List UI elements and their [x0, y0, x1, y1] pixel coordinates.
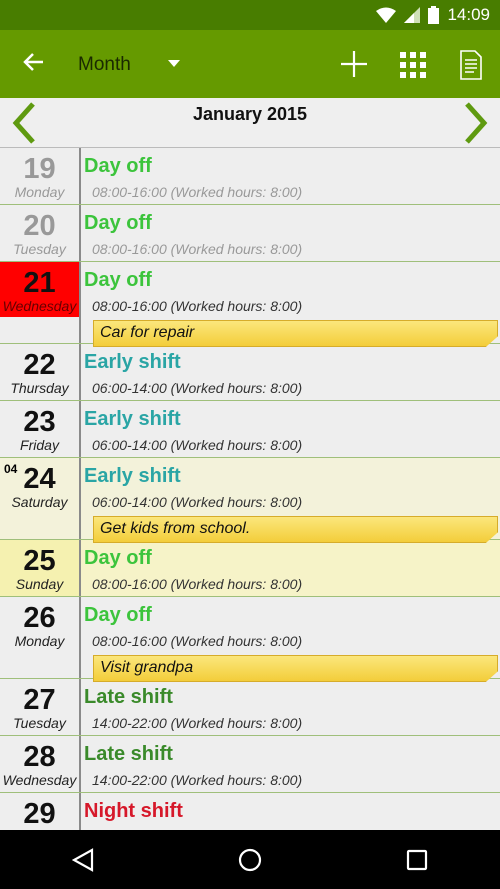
shift-name: Late shift — [84, 743, 173, 765]
day-row[interactable]: 22 Thursday Early shift 06:00-14:00 (Worked… — [0, 344, 500, 401]
add-icon[interactable] — [340, 50, 368, 78]
day-row[interactable]: 04 24 Saturday Early shift 06:00-14:00 (Work… — [0, 458, 500, 543]
day-row[interactable]: 25 Sunday Day off 08:00-16:00 (Worked hours… — [0, 540, 500, 597]
shift-hours: 06:00-14:00 (Worked hours: 8:00) — [92, 494, 303, 510]
day-cell: 26 Monday — [0, 597, 81, 678]
day-content: Early shift 06:00-14:00 (Worked hours: 8:… — [81, 458, 500, 543]
day-content: Late shift 14:00-22:00 (Worked hours: 8:0… — [81, 679, 500, 735]
back-arrow-icon[interactable] — [22, 50, 46, 74]
day-content: Late shift 14:00-22:00 (Worked hours: 8:0… — [81, 736, 500, 792]
day-number: 23 — [23, 406, 56, 438]
day-cell: 25 Sunday — [0, 540, 81, 596]
note[interactable]: Visit grandpa — [93, 655, 498, 682]
shift-hours: 06:00-14:00 (Worked hours: 8:00) — [92, 437, 303, 453]
signal-icon — [404, 7, 421, 23]
day-cell: 29 — [0, 793, 81, 830]
home-nav-icon[interactable] — [238, 848, 262, 872]
day-content: Day off 08:00-16:00 (Worked hours: 8:00) — [81, 148, 500, 204]
shift-hours: 08:00-16:00 (Worked hours: 8:00) — [92, 184, 303, 200]
day-list[interactable]: 19 Monday Day off 08:00-16:00 (Worked hours… — [0, 148, 500, 830]
weekday: Tuesday — [13, 715, 66, 731]
shift-name: Early shift — [84, 351, 181, 373]
shift-name: Early shift — [84, 408, 181, 430]
day-cell: 22 Thursday — [0, 344, 81, 400]
day-row[interactable]: 23 Friday Early shift 06:00-14:00 (Worked h… — [0, 401, 500, 458]
day-row[interactable]: 19 Monday Day off 08:00-16:00 (Worked hours… — [0, 148, 500, 205]
day-row[interactable]: 26 Monday Day off 08:00-16:00 (Worked hours… — [0, 597, 500, 682]
shift-hours: 14:00-22:00 (Worked hours: 8:00) — [92, 715, 303, 731]
shift-name: Early shift — [84, 465, 181, 487]
day-number: 27 — [23, 684, 56, 716]
battery-icon — [428, 6, 440, 24]
grid-icon[interactable] — [400, 52, 426, 78]
day-number: 21 — [23, 267, 56, 299]
shift-hours: 08:00-16:00 (Worked hours: 8:00) — [92, 241, 303, 257]
weekday: Monday — [14, 184, 65, 200]
shift-name: Day off — [84, 212, 152, 234]
next-month-icon[interactable] — [464, 102, 488, 144]
day-number: 25 — [23, 545, 56, 577]
day-number: 29 — [23, 798, 56, 830]
day-content: Night shift — [81, 793, 500, 830]
shift-hours: 08:00-16:00 (Worked hours: 8:00) — [92, 633, 303, 649]
shift-hours: 14:00-22:00 (Worked hours: 8:00) — [92, 772, 303, 788]
day-cell: 19 Monday — [0, 148, 81, 204]
day-content: Early shift 06:00-14:00 (Worked hours: 8:… — [81, 401, 500, 457]
weekday: Friday — [20, 437, 59, 453]
back-nav-icon[interactable] — [72, 847, 94, 872]
day-cell: 23 Friday — [0, 401, 81, 457]
shift-name: Day off — [84, 269, 152, 291]
shift-hours: 06:00-14:00 (Worked hours: 8:00) — [92, 380, 303, 396]
toolbar: Month — [0, 30, 500, 98]
shift-name: Day off — [84, 155, 152, 177]
status-bar: 14:09 — [0, 0, 500, 30]
document-icon[interactable] — [460, 50, 482, 80]
day-row[interactable]: 27 Tuesday Late shift 14:00-22:00 (Worked h… — [0, 679, 500, 736]
day-cell: 27 Tuesday — [0, 679, 81, 735]
weekday: Monday — [14, 633, 65, 649]
navigation-bar — [0, 830, 500, 889]
day-content: Early shift 06:00-14:00 (Worked hours: 8:… — [81, 344, 500, 400]
month-header: January 2015 — [0, 98, 500, 148]
shift-name: Day off — [84, 604, 152, 626]
weekday: Wednesday — [2, 772, 77, 788]
recents-nav-icon[interactable] — [406, 849, 428, 871]
day-content: Day off 08:00-16:00 (Worked hours: 8:00) V… — [81, 597, 500, 682]
day-content: Day off 08:00-16:00 (Worked hours: 8:00) — [81, 205, 500, 261]
weekday: Wednesday — [2, 298, 77, 314]
day-cell: 20 Tuesday — [0, 205, 81, 261]
dropdown-icon[interactable] — [168, 60, 180, 68]
wifi-icon — [376, 7, 397, 23]
shift-hours: 08:00-16:00 (Worked hours: 8:00) — [92, 298, 303, 314]
day-cell: 21 Wednesday — [0, 262, 81, 343]
day-number: 20 — [23, 210, 56, 242]
day-content: Day off 08:00-16:00 (Worked hours: 8:00) — [81, 540, 500, 596]
weekday: Thursday — [10, 380, 69, 396]
clock: 14:09 — [447, 5, 490, 24]
note[interactable]: Get kids from school. — [93, 516, 498, 543]
view-selector[interactable]: Month — [78, 54, 131, 76]
day-row[interactable]: 20 Tuesday Day off 08:00-16:00 (Worked hour… — [0, 205, 500, 262]
day-number: 22 — [23, 349, 56, 381]
day-cell: 04 24 Saturday — [0, 458, 81, 539]
day-row[interactable]: 29 Night shift — [0, 793, 500, 830]
weekday: Sunday — [15, 576, 64, 592]
day-number: 28 — [23, 741, 56, 773]
day-number: 19 — [23, 153, 56, 185]
note[interactable]: Car for repair — [93, 320, 498, 347]
day-cell: 28 Wednesday — [0, 736, 81, 792]
day-row[interactable]: 28 Wednesday Late shift 14:00-22:00 (Worked… — [0, 736, 500, 793]
month-title: January 2015 — [192, 104, 308, 124]
day-row[interactable]: 21 Wednesday Day off 08:00-16:00 (Worked ho… — [0, 262, 500, 347]
shift-name: Day off — [84, 547, 152, 569]
weekday: Saturday — [11, 494, 68, 510]
day-number: 26 — [23, 602, 56, 634]
week-number: 04 — [4, 462, 18, 476]
day-content: Day off 08:00-16:00 (Worked hours: 8:00) C… — [81, 262, 500, 347]
shift-name: Night shift — [84, 800, 183, 822]
shift-name: Late shift — [84, 686, 173, 708]
shift-hours: 08:00-16:00 (Worked hours: 8:00) — [92, 576, 303, 592]
weekday: Tuesday — [13, 241, 66, 257]
